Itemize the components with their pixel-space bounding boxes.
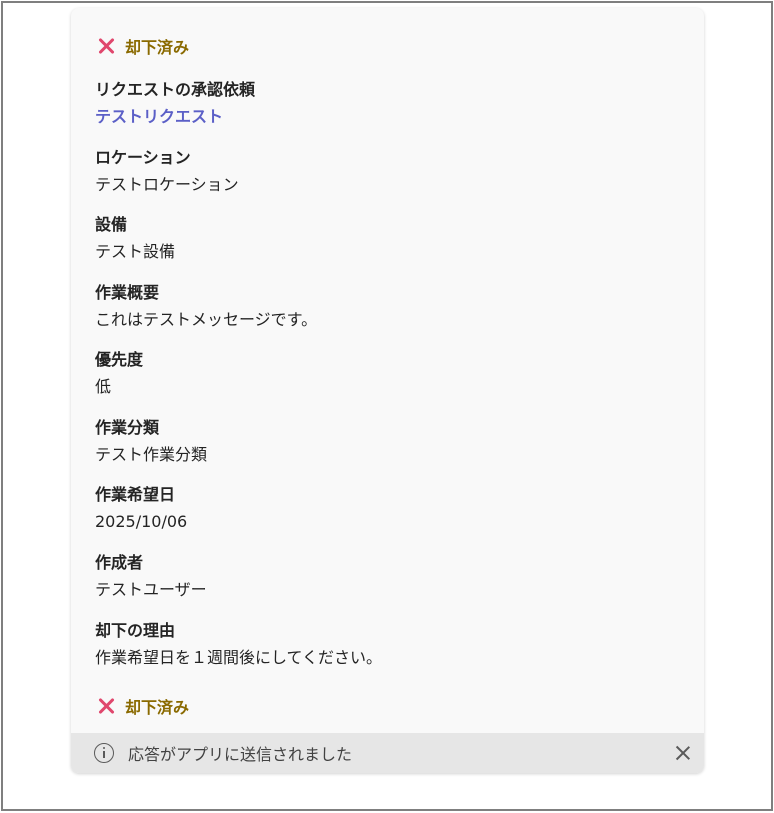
- adaptive-card: 却下済み リクエストの承認依頼 テストリクエスト ロケーション テストロケーショ…: [71, 8, 704, 773]
- field-value: 2025/10/06: [95, 512, 188, 531]
- field-value: 低: [95, 377, 112, 396]
- field-value: テスト設備: [95, 242, 176, 261]
- close-x-icon: [95, 695, 117, 717]
- field-label: リクエストの承認依頼: [95, 80, 256, 99]
- info-icon: [94, 743, 114, 763]
- field-label: 設備: [95, 215, 128, 234]
- response-notice-bar: 応答がアプリに送信されました: [71, 733, 704, 773]
- field-equipment: 設備 テスト設備: [95, 214, 175, 263]
- field-desired-date: 作業希望日 2025/10/06: [95, 484, 187, 533]
- close-x-icon: [95, 35, 117, 57]
- close-icon[interactable]: [674, 744, 692, 762]
- field-value: これはテストメッセージです。: [95, 310, 318, 329]
- status-badge-bottom: 却下済み: [95, 694, 189, 718]
- field-label: ロケーション: [95, 148, 191, 167]
- response-notice-text: 応答がアプリに送信されました: [128, 745, 353, 764]
- field-location: ロケーション テストロケーション: [95, 147, 239, 196]
- field-priority: 優先度 低: [95, 349, 143, 398]
- field-value: テスト作業分類: [95, 445, 208, 464]
- field-category: 作業分類 テスト作業分類: [95, 417, 207, 466]
- request-link[interactable]: テストリクエスト: [95, 106, 255, 128]
- field-label: 作業概要: [95, 283, 160, 302]
- status-label: 却下済み: [125, 698, 190, 717]
- field-value: 作業希望日を１週間後にしてください。: [95, 648, 383, 667]
- status-badge-top: 却下済み: [95, 34, 189, 58]
- field-value: テストロケーション: [95, 175, 239, 194]
- field-label: 作業希望日: [95, 485, 176, 504]
- status-label: 却下済み: [125, 38, 190, 57]
- field-label: 作業分類: [95, 418, 160, 437]
- field-label: 却下の理由: [95, 621, 176, 640]
- field-summary: 作業概要 これはテストメッセージです。: [95, 282, 317, 331]
- field-request: リクエストの承認依頼 テストリクエスト: [95, 79, 255, 128]
- field-rejection-reason: 却下の理由 作業希望日を１週間後にしてください。: [95, 620, 382, 669]
- field-value: テストユーザー: [95, 580, 207, 599]
- field-label: 優先度: [95, 350, 144, 369]
- field-label: 作成者: [95, 553, 144, 572]
- field-creator: 作成者 テストユーザー: [95, 552, 207, 601]
